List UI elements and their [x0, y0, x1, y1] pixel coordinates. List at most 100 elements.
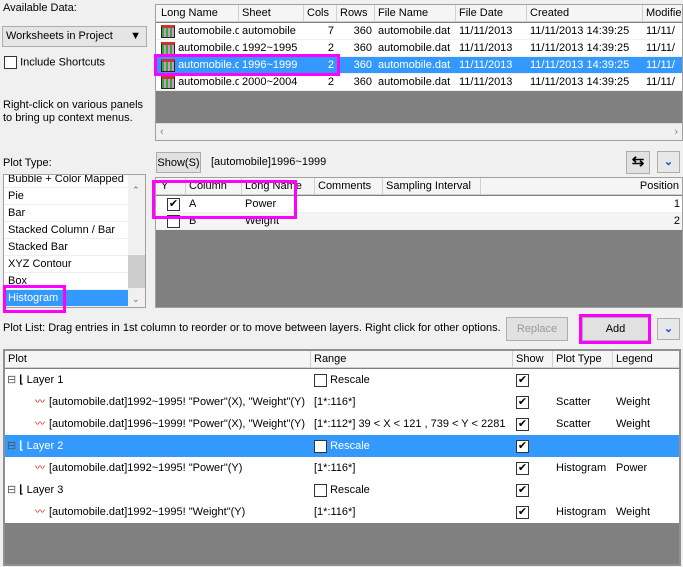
table-cell: 360: [337, 40, 375, 57]
plot-type-item[interactable]: Stacked Bar: [4, 239, 129, 256]
cell-text: 11/11/2013: [459, 25, 512, 37]
plot-row[interactable]: 〰[automobile.dat]1992~1995! "Power"(Y)[1…: [5, 457, 679, 479]
plot-row[interactable]: 〰[automobile.dat]1996~1999! "Power"(X), …: [5, 413, 679, 435]
plot-type-item[interactable]: Histogram: [4, 290, 129, 307]
plot-name-cell: 〰[automobile.dat]1992~1995! "Power"(X), …: [35, 391, 305, 413]
table-cell: automobile.dat: [158, 40, 239, 57]
column-header[interactable]: Rows: [337, 5, 375, 22]
range-text: [1*:112*] 39 < X < 121 , 739 < Y < 2281: [314, 418, 505, 430]
plot-type-item[interactable]: Bubble + Color Mapped: [4, 174, 129, 188]
plot-type-item[interactable]: Stacked Column / Bar: [4, 222, 129, 239]
plot-type-item[interactable]: Pie: [4, 188, 129, 205]
column-header[interactable]: Show: [513, 351, 553, 368]
cell-text: 11/11/: [646, 59, 675, 71]
plot-row[interactable]: 〰[automobile.dat]1992~1995! "Weight"(Y)[…: [5, 501, 679, 523]
range-cell[interactable]: Rescale: [314, 435, 370, 457]
horizontal-scrollbar[interactable]: ‹›: [156, 123, 682, 140]
y-checkbox[interactable]: ✔: [164, 196, 180, 213]
swap-icon[interactable]: ⇆: [626, 151, 650, 174]
available-data-dropdown[interactable]: Worksheets in Project ▼: [2, 26, 147, 47]
collapse-icon[interactable]: ⊟: [7, 440, 19, 452]
cell-text: 11/11/2013 14:39:25: [530, 59, 629, 71]
rescale-checkbox[interactable]: [314, 440, 327, 453]
range-text: Rescale: [330, 440, 370, 452]
table-row[interactable]: BWeight2: [156, 213, 682, 230]
range-cell: [1*:116*]: [314, 501, 355, 523]
column-header[interactable]: Modifie: [643, 5, 683, 22]
table-cell: 11/11/2013: [456, 23, 527, 40]
y-checkbox[interactable]: [164, 213, 180, 230]
show-checkbox[interactable]: ✔: [516, 457, 529, 479]
column-header[interactable]: File Name: [375, 5, 456, 22]
plot-type-item[interactable]: XYZ Contour: [4, 256, 129, 273]
cell-text: 2: [328, 59, 334, 71]
column-table: YColumnLong NameCommentsSampling Interva…: [155, 177, 683, 308]
column-header[interactable]: Range: [311, 351, 513, 368]
column-header[interactable]: Y: [158, 178, 186, 195]
plot-type-list[interactable]: Bubble + Color MappedPieBarStacked Colum…: [3, 174, 146, 308]
plot-type-item[interactable]: Box: [4, 273, 129, 290]
range-cell[interactable]: Rescale: [314, 369, 370, 391]
column-header[interactable]: Sheet: [239, 5, 304, 22]
table-row[interactable]: automobile.dat1996~19992360automobile.da…: [156, 57, 682, 74]
plot-name-cell: 〰[automobile.dat]1992~1995! "Power"(Y): [35, 457, 242, 479]
table-cell: automobile: [239, 23, 304, 40]
column-header[interactable]: Long Name: [242, 178, 315, 195]
column-header[interactable]: Plot: [5, 351, 311, 368]
dropdown-value: Worksheets in Project: [6, 30, 113, 42]
legend-cell: Weight: [616, 391, 650, 413]
column-header[interactable]: Comments: [315, 178, 383, 195]
table-cell: 11/11/: [643, 57, 683, 74]
show-checkbox[interactable]: ✔: [516, 391, 529, 413]
table-cell: 11/11/2013: [456, 74, 527, 91]
show-checkbox[interactable]: ✔: [516, 413, 529, 435]
table-cell: automobile.dat: [375, 74, 456, 91]
table-row[interactable]: automobile.dat2000~20042360automobile.da…: [156, 74, 682, 91]
show-checkbox[interactable]: ✔: [516, 369, 529, 391]
rescale-checkbox[interactable]: [314, 484, 327, 497]
column-header[interactable]: File Date: [456, 5, 527, 22]
cell-position: 2: [481, 213, 683, 230]
range-cell[interactable]: Rescale: [314, 479, 370, 501]
show-checkbox[interactable]: ✔: [516, 479, 529, 501]
plot-name: [automobile.dat]1992~1995! "Power"(Y): [49, 462, 242, 474]
column-header[interactable]: Column: [186, 178, 242, 195]
layer-row[interactable]: ⊟ ⌊ Layer 2 Rescale✔: [5, 435, 679, 457]
replace-button[interactable]: Replace: [506, 317, 568, 341]
column-header[interactable]: Cols: [304, 5, 337, 22]
list-scrollbar[interactable]: ⌃ ⌄: [128, 175, 145, 307]
show-button[interactable]: Show(S): [156, 152, 201, 173]
table-cell: automobile.dat: [375, 57, 456, 74]
column-header[interactable]: Created: [527, 5, 643, 22]
add-button[interactable]: Add: [582, 317, 649, 341]
collapse-icon[interactable]: ⊟: [7, 374, 19, 386]
cell-col: A: [186, 196, 196, 213]
layer-row[interactable]: ⊟ ⌊ Layer 1 Rescale✔: [5, 369, 679, 391]
table-cell: 2000~2004: [239, 74, 304, 91]
column-header[interactable]: Position: [481, 178, 683, 195]
expand-chevron-icon[interactable]: ⌄: [657, 151, 680, 173]
plot-type-item[interactable]: Bar: [4, 205, 129, 222]
column-header[interactable]: Plot Type: [553, 351, 613, 368]
show-checkbox[interactable]: ✔: [516, 501, 529, 523]
plot-row[interactable]: 〰[automobile.dat]1992~1995! "Power"(X), …: [5, 391, 679, 413]
show-checkbox[interactable]: ✔: [516, 435, 529, 457]
collapse-icon[interactable]: ⊟: [7, 484, 19, 496]
cell-text: automobile: [242, 25, 296, 37]
plot-curve-icon: 〰: [35, 419, 45, 430]
table-row[interactable]: ✔APower1: [156, 196, 682, 213]
table-row[interactable]: automobile.datautomobile7360automobile.d…: [156, 23, 682, 40]
cell-text: automobile.dat: [178, 59, 239, 71]
column-header[interactable]: Sampling Interval: [383, 178, 481, 195]
cell-text: 2000~2004: [242, 76, 297, 88]
column-header[interactable]: Long Name: [158, 5, 239, 22]
plot-list-chevron-icon[interactable]: ⌄: [657, 318, 680, 340]
table-cell: 11/11/2013 14:39:25: [527, 23, 643, 40]
cell-text: 11/11/: [646, 42, 675, 54]
table-row[interactable]: automobile.dat1992~19952360automobile.da…: [156, 40, 682, 57]
table-cell: 1996~1999: [239, 57, 304, 74]
layer-row[interactable]: ⊟ ⌊ Layer 3 Rescale✔: [5, 479, 679, 501]
include-shortcuts-checkbox[interactable]: Include Shortcuts: [4, 56, 105, 69]
rescale-checkbox[interactable]: [314, 374, 327, 387]
column-header[interactable]: Legend: [613, 351, 681, 368]
